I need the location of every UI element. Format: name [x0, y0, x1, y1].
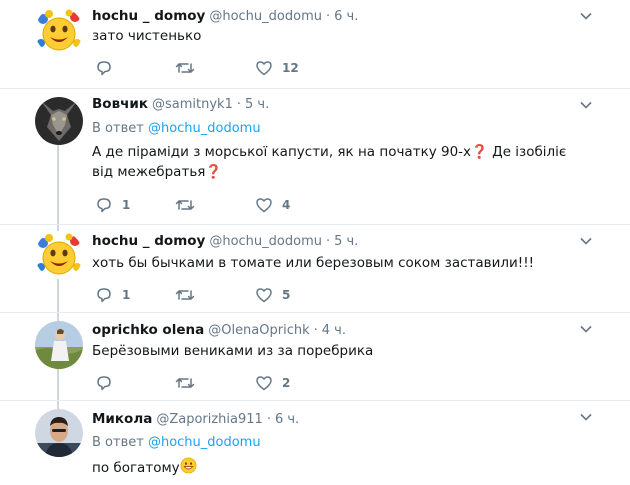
timestamp[interactable]: 5 ч.: [245, 97, 269, 112]
emoji-flower-avatar-icon: [35, 7, 83, 55]
chevron-down-icon[interactable]: [578, 8, 594, 24]
reply-button[interactable]: 1: [95, 195, 130, 215]
reply-context: В ответ @hochu_dodomu: [92, 120, 261, 138]
heart-icon: [256, 198, 272, 213]
avatar[interactable]: [35, 97, 83, 145]
tweet[interactable]: Вовчик @samitnyk1 · 5 ч. В ответ @hochu_dod…: [0, 89, 630, 224]
reply-button[interactable]: [95, 58, 122, 78]
avatar[interactable]: [35, 231, 83, 279]
tweet-actions: 1 5: [95, 285, 395, 305]
tweet-text-wrap: по богатому: [92, 457, 572, 478]
reply-prefix: В ответ: [92, 121, 144, 136]
retweet-icon: [175, 200, 195, 210]
separator-dot: ·: [325, 9, 331, 24]
tweet-header: Микола @Zaporizhia911 · 6 ч.: [92, 409, 299, 429]
separator-dot: ·: [236, 97, 241, 112]
retweet-button[interactable]: [175, 195, 204, 215]
heart-icon: [256, 376, 272, 391]
user-handle[interactable]: @hochu_dodomu: [209, 9, 322, 24]
like-count: 2: [282, 376, 291, 390]
like-button[interactable]: 5: [255, 285, 290, 305]
reply-count: 1: [122, 198, 131, 212]
tweet-header: hochu _ domoy @hochu_dodomu · 5 ч.: [92, 231, 358, 251]
avatar[interactable]: [35, 409, 83, 457]
retweet-button[interactable]: [175, 373, 204, 393]
reply-button[interactable]: [95, 373, 122, 393]
tweet[interactable]: oprichko olena @OlenaOprichk · 4 ч. Берёзов…: [0, 313, 630, 400]
user-handle[interactable]: @hochu_dodomu: [209, 234, 322, 249]
separator-dot: ·: [313, 323, 318, 338]
separator-dot: ·: [325, 234, 331, 249]
tweet-header: hochu _ domoy @hochu_dodomu · 6 ч.: [92, 6, 358, 26]
avatar[interactable]: [35, 321, 83, 369]
emoji-flower-avatar-icon: [35, 231, 83, 279]
tweet[interactable]: hochu _ domoy @hochu_dodomu · 6 ч. зато чис…: [0, 0, 630, 88]
retweet-button[interactable]: [175, 285, 204, 305]
tweet-text: Берёзовыми вениками из за поребрика: [92, 343, 374, 359]
retweet-icon: [175, 290, 195, 300]
retweet-icon: [175, 378, 195, 388]
tweet-text: хоть бы бычками в томате или березовым с…: [92, 255, 535, 271]
tweet-actions: 1 4: [95, 195, 395, 215]
tweet-text: по богатому: [92, 460, 180, 476]
display-name[interactable]: hochu _ domoy: [92, 8, 205, 24]
reply-icon: [97, 61, 111, 76]
reply-prefix: В ответ: [92, 435, 144, 450]
man-portrait-avatar-icon: [35, 409, 83, 457]
display-name[interactable]: hochu _ domoy: [92, 233, 205, 249]
tweet-header: oprichko olena @OlenaOprichk · 4 ч.: [92, 320, 346, 340]
reply-context: В ответ @hochu_dodomu: [92, 434, 261, 452]
user-handle[interactable]: @samitnyk1: [152, 97, 233, 112]
separator-dot: ·: [266, 412, 271, 427]
reply-icon: [97, 376, 111, 391]
like-count: 4: [282, 198, 291, 212]
user-handle[interactable]: @OlenaOprichk: [208, 323, 309, 338]
retweet-icon: [175, 63, 195, 73]
tweet-actions: 12: [95, 58, 395, 78]
display-name[interactable]: Вовчик: [92, 96, 148, 112]
timestamp[interactable]: 6 ч.: [275, 412, 299, 427]
chevron-down-icon[interactable]: [578, 321, 594, 337]
like-button[interactable]: 4: [255, 195, 290, 215]
timestamp[interactable]: 5 ч.: [334, 234, 358, 249]
person-outdoors-avatar-icon: [35, 321, 83, 369]
reply-icon: [97, 288, 111, 303]
tweet[interactable]: Микола @Zaporizhia911 · 6 ч. В ответ @hochu…: [0, 401, 630, 485]
timestamp[interactable]: 4 ч.: [322, 323, 346, 338]
tweet-header: Вовчик @samitnyk1 · 5 ч.: [92, 94, 269, 114]
chevron-down-icon[interactable]: [578, 233, 594, 249]
reply-button[interactable]: 1: [95, 285, 130, 305]
like-button[interactable]: 12: [255, 58, 299, 78]
tweet-text: зато чистенько: [92, 28, 202, 44]
like-count: 5: [282, 288, 291, 302]
avatar[interactable]: [35, 7, 83, 55]
display-name[interactable]: Микола: [92, 411, 152, 427]
wolf-avatar-icon: [35, 97, 83, 145]
like-count: 12: [282, 61, 299, 75]
reply-to-link[interactable]: @hochu_dodomu: [148, 121, 261, 136]
like-button[interactable]: 2: [255, 373, 290, 393]
user-handle[interactable]: @Zaporizhia911: [156, 412, 263, 427]
grinning-face-emoji-icon: [180, 457, 197, 474]
heart-icon: [256, 288, 272, 303]
reply-icon: [97, 198, 111, 213]
tweet-actions: 2: [95, 373, 395, 393]
timestamp[interactable]: 6 ч.: [334, 9, 358, 24]
reply-to-link[interactable]: @hochu_dodomu: [148, 435, 261, 450]
tweet[interactable]: hochu _ domoy @hochu_dodomu · 5 ч. хоть бы …: [0, 225, 630, 312]
display-name[interactable]: oprichko olena: [92, 322, 204, 338]
tweet-text: А де піраміди з морської капусти, як на …: [92, 144, 567, 180]
heart-icon: [256, 61, 272, 76]
reply-count: 1: [122, 288, 131, 302]
chevron-down-icon[interactable]: [578, 409, 594, 425]
retweet-button[interactable]: [175, 58, 204, 78]
chevron-down-icon[interactable]: [578, 97, 594, 113]
